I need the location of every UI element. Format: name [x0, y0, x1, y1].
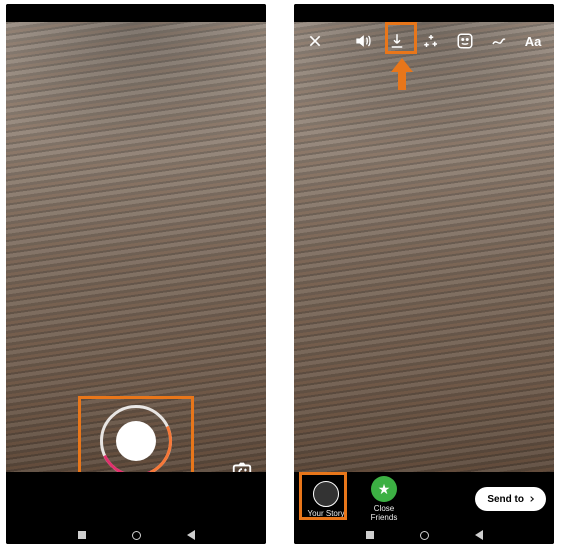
android-nav-bar	[6, 526, 266, 544]
download-button[interactable]	[384, 28, 410, 54]
share-bar: Your Story ★ Close Friends Send to	[294, 472, 554, 526]
close-friends-label: Close Friends	[360, 504, 408, 522]
status-bar	[6, 4, 266, 22]
bottom-bar	[6, 472, 266, 526]
nav-recent-icon[interactable]	[78, 531, 86, 539]
star-icon: ★	[371, 476, 397, 502]
close-button[interactable]	[302, 28, 328, 54]
editor-toolbar: Aa	[294, 24, 554, 58]
status-bar	[294, 4, 554, 22]
text-button-label: Aa	[525, 34, 542, 49]
your-story-button[interactable]: Your Story	[302, 481, 350, 518]
nav-back-icon[interactable]	[475, 530, 483, 540]
nav-home-icon[interactable]	[420, 531, 429, 540]
text-button[interactable]: Aa	[520, 28, 546, 54]
close-friends-button[interactable]: ★ Close Friends	[360, 476, 408, 522]
sticker-button[interactable]	[452, 28, 478, 54]
phone-story-editor: Aa Your Story ★ Close Friends Send to	[294, 4, 554, 544]
send-to-label: Send to	[487, 494, 524, 505]
avatar	[313, 481, 339, 507]
draw-button[interactable]	[486, 28, 512, 54]
nav-back-icon[interactable]	[187, 530, 195, 540]
phone-camera	[6, 4, 266, 544]
sound-toggle-button[interactable]	[350, 28, 376, 54]
nav-recent-icon[interactable]	[366, 531, 374, 539]
effects-button[interactable]	[418, 28, 444, 54]
android-nav-bar	[294, 526, 554, 544]
your-story-label: Your Story	[307, 509, 344, 518]
nav-home-icon[interactable]	[132, 531, 141, 540]
tutorial-arrow-icon	[395, 58, 409, 88]
send-to-button[interactable]: Send to	[475, 487, 546, 511]
story-preview	[294, 22, 554, 472]
